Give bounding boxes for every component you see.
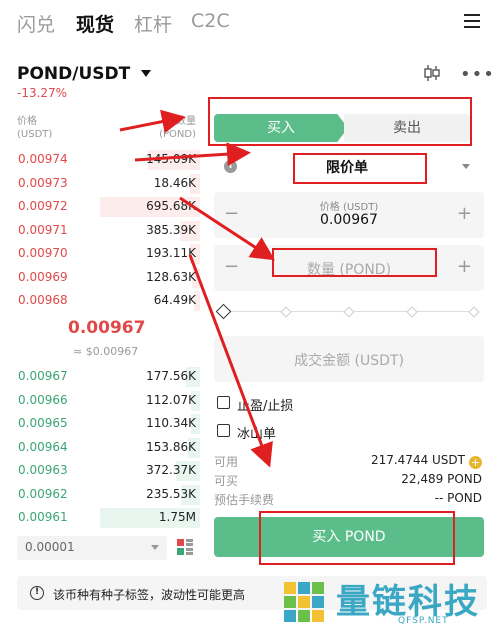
ask-price: 0.00969 xyxy=(18,269,68,284)
available-label: 可用 xyxy=(214,455,239,469)
available-value: 217.4744 USDT xyxy=(370,453,465,467)
menu-icon[interactable] xyxy=(464,14,480,28)
candlestick-icon[interactable] xyxy=(423,64,441,82)
slider-mark-50[interactable] xyxy=(343,306,355,318)
fee-value: -- POND xyxy=(434,491,482,505)
ask-price: 0.00968 xyxy=(18,293,68,307)
slider-handle[interactable] xyxy=(215,303,232,320)
available-row: 可用 217.4744 USDT + xyxy=(214,453,484,469)
iceberg-label: 冰山单 xyxy=(237,427,277,442)
chevron-down-icon xyxy=(462,164,470,169)
total-placeholder: 成交金额 (USDT) xyxy=(294,353,404,369)
ask-qty: 64.49K xyxy=(153,293,196,307)
top-nav: 闪兑 现货 杠杆 C2C xyxy=(0,0,500,46)
price-value: 0.00967 xyxy=(320,212,378,228)
last-price: 0.00967 xyxy=(68,318,146,338)
precision-select[interactable]: 0.00001 xyxy=(17,536,167,560)
ask-price: 0.00970 xyxy=(18,246,68,260)
can-buy-value: 22,489 POND xyxy=(401,472,482,486)
precision-value: 0.00001 xyxy=(25,540,75,554)
tab-spot[interactable]: 现货 xyxy=(76,10,114,37)
ask-row[interactable]: 0.00971 385.39K xyxy=(0,220,200,242)
qty-header: 数量 (POND) xyxy=(159,116,196,140)
annotation-box-quantity xyxy=(272,248,437,277)
annotation-box-side-tabs xyxy=(208,97,472,146)
ask-qty: 695.68K xyxy=(146,199,196,213)
tab-c2c[interactable]: C2C xyxy=(191,10,230,32)
fee-row: 预估手续费 -- POND xyxy=(214,491,484,507)
slider-mark-25[interactable] xyxy=(280,306,292,318)
amount-slider[interactable] xyxy=(215,303,480,320)
watermark-logo xyxy=(284,582,324,622)
ask-price: 0.00974 xyxy=(18,152,68,166)
price-change: -13.27% xyxy=(17,86,68,100)
add-funds-icon[interactable]: + xyxy=(469,456,482,469)
ask-row[interactable]: 0.00972 695.68K xyxy=(0,196,200,218)
bid-price: 0.00964 xyxy=(18,439,68,454)
bid-qty: 235.53K xyxy=(146,486,196,501)
ask-price: 0.00973 xyxy=(18,175,68,190)
bid-price: 0.00966 xyxy=(18,392,68,407)
bid-qty: 153.86K xyxy=(146,439,196,454)
warning-icon: ! xyxy=(30,586,44,600)
qty-plus-button[interactable]: + xyxy=(457,256,472,277)
bid-qty: 110.34K xyxy=(146,416,196,430)
can-buy-label: 可买 xyxy=(214,474,239,488)
ask-row[interactable]: 0.00969 128.63K xyxy=(0,267,200,289)
watermark-site: QFSP.NET xyxy=(398,616,449,626)
bid-qty: 112.07K xyxy=(146,392,196,407)
bid-price: 0.00967 xyxy=(18,369,68,383)
watermark: 量链科技 QFSP.NET xyxy=(278,572,500,634)
annotation-box-order-type xyxy=(293,153,427,184)
bid-price: 0.00965 xyxy=(18,416,68,430)
ask-row[interactable]: 0.00970 193.11K xyxy=(0,243,200,265)
ask-price: 0.00972 xyxy=(18,199,68,213)
tp-sl-checkbox[interactable]: 止盈/止损 xyxy=(217,395,417,414)
notice-text: 该币种有种子标签，波动性可能更高 xyxy=(53,588,246,602)
iceberg-checkbox[interactable]: 冰山单 xyxy=(217,423,417,442)
tab-margin[interactable]: 杠杆 xyxy=(134,10,172,37)
total-input[interactable]: 成交金额 (USDT) xyxy=(214,336,484,382)
more-icon[interactable]: ••• xyxy=(460,64,495,85)
can-buy-row: 可买 22,489 POND xyxy=(214,472,484,488)
price-header: 价格 (USDT) xyxy=(17,116,53,140)
bid-qty: 177.56K xyxy=(146,369,196,383)
fee-label: 预估手续费 xyxy=(214,493,275,507)
bid-qty: 372.37K xyxy=(146,463,196,477)
bid-row[interactable]: 0.00963 372.37K xyxy=(0,460,200,482)
slider-mark-75[interactable] xyxy=(406,306,418,318)
ask-row[interactable]: 0.00973 18.46K xyxy=(0,173,200,195)
chevron-down-icon xyxy=(151,545,159,550)
bid-row[interactable]: 0.00964 153.86K xyxy=(0,437,200,459)
bid-row[interactable]: 0.00961 1.75M xyxy=(0,507,200,529)
price-caption: 价格 (USDT) xyxy=(319,202,379,213)
bid-row[interactable]: 0.00965 110.34K xyxy=(0,413,200,435)
price-plus-button[interactable]: + xyxy=(457,203,472,224)
ask-row[interactable]: 0.00974 145.09K xyxy=(0,149,200,171)
tp-sl-label: 止盈/止损 xyxy=(237,399,294,414)
pair-symbol[interactable]: POND/USDT xyxy=(17,64,130,84)
price-input[interactable]: − 价格 (USDT) 0.00967 + xyxy=(214,192,484,238)
ask-qty: 145.09K xyxy=(146,152,196,166)
orderbook-layout-icon[interactable] xyxy=(176,538,194,556)
last-price-usd: ≈ $0.00967 xyxy=(73,345,139,358)
bid-row[interactable]: 0.00966 112.07K xyxy=(0,390,200,412)
bid-qty: 1.75M xyxy=(158,510,196,524)
bid-price: 0.00962 xyxy=(18,486,68,501)
ask-row[interactable]: 0.00968 64.49K xyxy=(0,290,200,312)
annotation-box-buy-button xyxy=(259,511,455,565)
bid-price: 0.00963 xyxy=(18,463,68,477)
chevron-down-icon[interactable] xyxy=(141,70,151,77)
bid-row[interactable]: 0.00962 235.53K xyxy=(0,484,200,506)
ask-qty: 385.39K xyxy=(146,222,196,237)
ask-qty: 18.46K xyxy=(153,175,196,190)
bid-row[interactable]: 0.00967 177.56K xyxy=(0,366,200,388)
ask-qty: 128.63K xyxy=(146,269,196,284)
slider-mark-100[interactable] xyxy=(468,306,480,318)
info-icon[interactable]: i xyxy=(224,160,237,173)
tab-swap[interactable]: 闪兑 xyxy=(17,10,55,37)
ask-price: 0.00971 xyxy=(18,222,68,237)
ask-qty: 193.11K xyxy=(146,246,196,260)
bid-price: 0.00961 xyxy=(18,510,68,524)
